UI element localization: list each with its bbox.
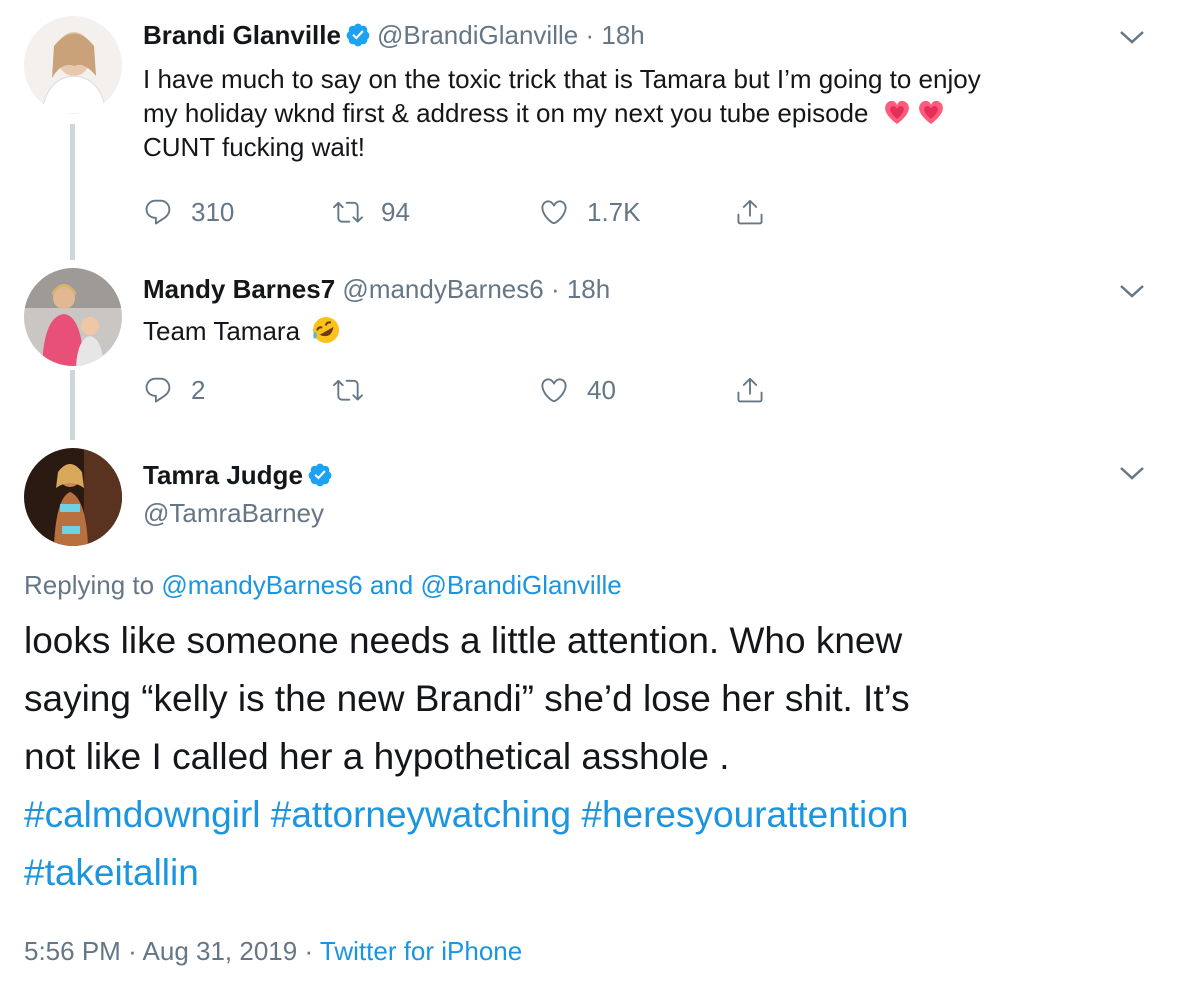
like-count: 40 (587, 374, 616, 405)
chevron-down-icon[interactable] (1118, 464, 1146, 482)
hashtag-link[interactable]: #heresyourattention (581, 794, 908, 835)
retweet-button[interactable] (333, 370, 381, 410)
reply-icon (145, 377, 171, 403)
separator: · (128, 936, 137, 966)
thread-line (70, 124, 75, 260)
tweet-text-line: my holiday wknd first & address it on my… (143, 96, 1153, 130)
avatar-tamra[interactable] (24, 448, 122, 546)
tweet-text-line: CUNT fucking wait! (143, 132, 366, 162)
tweet-header: Tamra Judge (143, 460, 339, 491)
verified-badge-icon (308, 463, 332, 487)
hashtag-link[interactable]: #attorneywatching (271, 794, 571, 835)
retweet-count: 94 (381, 196, 410, 227)
tweet-actions: 2 40 (143, 370, 783, 410)
hashtag-line: #calmdowngirl #attorneywatching #heresyo… (24, 786, 1164, 844)
main-tweet-line: saying “kelly is the new Brandi” she’d l… (24, 678, 910, 719)
tweet-text: I have much to say on the toxic trick th… (143, 62, 1153, 164)
hashtag-line: #takeitallin (24, 844, 1164, 902)
share-icon (737, 199, 763, 225)
like-icon (541, 378, 567, 403)
share-button[interactable] (735, 192, 783, 232)
author-handle[interactable]: @TamraBarney (143, 498, 324, 528)
author-name[interactable]: Mandy Barnes7 (143, 274, 335, 304)
tweet-header: Brandi Glanville @BrandiGlanville · 18h (143, 20, 645, 51)
like-button[interactable]: 40 (539, 370, 616, 410)
replying-to-label: Replying to (24, 570, 155, 600)
chevron-down-icon[interactable] (1118, 28, 1146, 46)
like-icon (541, 200, 567, 225)
tweet-meta: 5:56 PM · Aug 31, 2019 · Twitter for iPh… (24, 936, 522, 967)
tweet-brandi[interactable]: Brandi Glanville @BrandiGlanville · 18h I… (0, 0, 1182, 260)
author-handle[interactable]: @mandyBarnes6 (342, 274, 543, 304)
share-button[interactable] (735, 370, 783, 410)
reply-icon (145, 199, 171, 225)
tweet-text-segment: my holiday wknd first & address it on my… (143, 98, 869, 128)
main-tweet-text: looks like someone needs a little attent… (24, 612, 1164, 902)
rofl-emoji (313, 317, 340, 343)
author-handle-line: @TamraBarney (143, 498, 324, 529)
tweet-header: Mandy Barnes7 @mandyBarnes6 · 18h (143, 274, 610, 305)
reply-button[interactable]: 2 (143, 370, 205, 410)
thread-line (70, 370, 75, 440)
tweet-timestamp[interactable]: 5:56 PM (24, 936, 121, 966)
tweet-time[interactable]: 18h (601, 20, 644, 50)
tweet-text-line: I have much to say on the toxic trick th… (143, 64, 981, 94)
main-tweet-line: looks like someone needs a little attent… (24, 620, 903, 661)
retweet-icon (333, 201, 363, 223)
tweet-actions: 310 94 1.7K (143, 192, 783, 232)
replying-to: Replying to @mandyBarnes6 and @BrandiGla… (24, 570, 622, 601)
author-handle[interactable]: @BrandiGlanville (377, 20, 578, 50)
tweet-mandy[interactable]: Mandy Barnes7 @mandyBarnes6 · 18h Team T… (0, 260, 1182, 440)
tweet-date[interactable]: Aug 31, 2019 (143, 936, 298, 966)
share-icon (737, 377, 763, 403)
replying-and: and (369, 570, 414, 600)
separator: · (550, 274, 560, 304)
reply-count: 2 (191, 374, 206, 405)
retweet-icon (333, 379, 363, 401)
author-name[interactable]: Tamra Judge (143, 460, 303, 490)
hashtag-link[interactable]: #takeitallin (24, 852, 199, 893)
retweet-button[interactable]: 94 (333, 192, 410, 232)
tweet-text: Team Tamara (143, 314, 1153, 348)
separator: · (585, 20, 595, 50)
main-tweet-line: not like I called her a hypothetical ass… (24, 736, 730, 777)
avatar-brandi[interactable] (24, 16, 122, 114)
chevron-down-icon[interactable] (1118, 282, 1146, 300)
tweet-source-link[interactable]: Twitter for iPhone (320, 936, 522, 966)
separator: · (304, 936, 314, 966)
heart-emoji (884, 100, 909, 124)
like-button[interactable]: 1.7K (539, 192, 641, 232)
hashtag-link[interactable]: #calmdowngirl (24, 794, 261, 835)
reply-button[interactable]: 310 (143, 192, 234, 232)
reply-count: 310 (191, 196, 235, 227)
author-name[interactable]: Brandi Glanville (143, 20, 341, 50)
avatar-mandy[interactable] (24, 268, 122, 366)
mention-link[interactable]: @BrandiGlanville (420, 570, 621, 600)
like-count: 1.7K (587, 196, 641, 227)
tweet-time[interactable]: 18h (567, 274, 610, 304)
heart-emoji (918, 100, 943, 124)
tweet-text-line: Team Tamara (143, 316, 301, 346)
verified-badge-icon (346, 23, 370, 47)
mention-link[interactable]: @mandyBarnes6 (161, 570, 362, 600)
